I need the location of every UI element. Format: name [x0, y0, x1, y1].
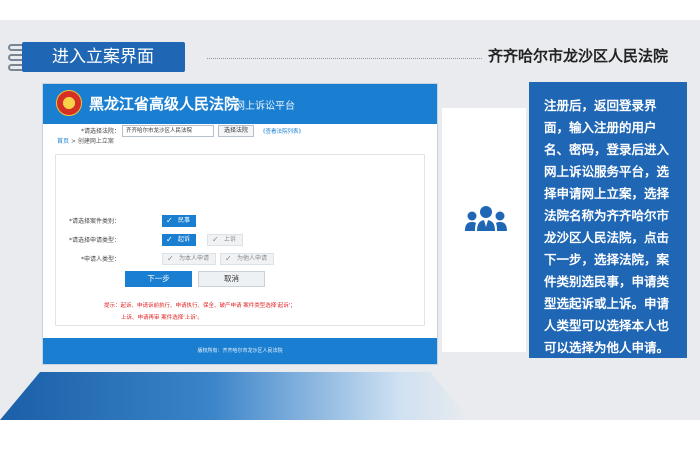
form-tip-line-2: 上诉、申请再审 案件选择'上诉'。	[121, 315, 203, 321]
check-icon: ✓	[225, 254, 232, 263]
check-icon: ✓	[166, 216, 173, 225]
slide-bottom-strip	[0, 420, 700, 450]
apply-type-sue-option[interactable]: ✓ 起诉	[162, 234, 197, 246]
slide-top-strip	[0, 0, 700, 20]
court-name-title: 齐齐哈尔市龙沙区人民法院	[488, 47, 669, 65]
decorative-blue-band	[0, 372, 470, 420]
breadcrumb-separator-icon: >	[70, 138, 78, 145]
check-icon: ✓	[167, 254, 174, 263]
check-icon: ✓	[212, 235, 219, 244]
people-group-icon	[465, 206, 507, 231]
case-type-label: *请选择案件类别：	[68, 218, 120, 225]
check-icon: ✓	[166, 235, 173, 244]
footer-copyright: 版权所有：齐齐哈尔市龙沙区人民法院	[197, 348, 283, 354]
applicant-type-row: *申请人类型：	[60, 251, 120, 265]
portal-subtitle: 网上诉讼平台	[235, 101, 295, 112]
case-type-civil-option[interactable]: ✓ 民事	[162, 215, 197, 227]
apply-type-row: *请选择申请类型：	[60, 232, 120, 246]
portal-title: 黑龙江省高级人民法院	[89, 95, 240, 113]
case-type-row: *请选择案件类别：	[60, 213, 120, 227]
next-step-button[interactable]: 下一步	[125, 271, 192, 287]
breadcrumb: 首页 > 创建网上立案	[57, 136, 114, 145]
header-divider	[207, 58, 482, 59]
court-row: *请选择法院：	[60, 123, 120, 137]
breadcrumb-current: 创建网上立案	[77, 138, 114, 145]
description-panel: 注册后，返回登录界面，输入注册的用户名、密码，登录后进入网上诉讼服务平台，选择申…	[529, 82, 687, 358]
breadcrumb-home[interactable]: 首页	[57, 138, 69, 145]
court-input[interactable]: 齐齐哈尔市龙沙区人民法院	[122, 125, 214, 137]
applicant-other-option[interactable]: ✓ 为他人申请	[220, 253, 275, 265]
court-list-link[interactable]: 《查看法院列表》	[260, 127, 304, 135]
applicant-type-label: *申请人类型：	[80, 256, 120, 263]
court-emblem-icon	[56, 90, 82, 116]
applicant-self-option[interactable]: ✓ 为本人申请	[162, 253, 217, 265]
apply-type-label: *请选择申请类型：	[68, 237, 120, 244]
form-tip-line-1: 提示：起诉、申请诉前执行、申请执行、保全、破产申请 案件类型选择'起诉'；	[104, 303, 296, 309]
cancel-button[interactable]: 取消	[198, 271, 265, 287]
portal-header: 黑龙江省高级人民法院 网上诉讼平台	[43, 84, 437, 124]
description-text: 注册后，返回登录界面，输入注册的用户名、密码，登录后进入网上诉讼服务平台，选择申…	[544, 98, 670, 355]
apply-type-appeal-option[interactable]: ✓ 上诉	[207, 234, 244, 246]
select-court-button[interactable]: 选择法院	[218, 125, 254, 137]
section-title: 进入立案界面	[22, 42, 185, 72]
portal-footer: 版权所有：齐齐哈尔市龙沙区人民法院	[43, 338, 437, 364]
court-label: *请选择法院：	[80, 128, 120, 135]
